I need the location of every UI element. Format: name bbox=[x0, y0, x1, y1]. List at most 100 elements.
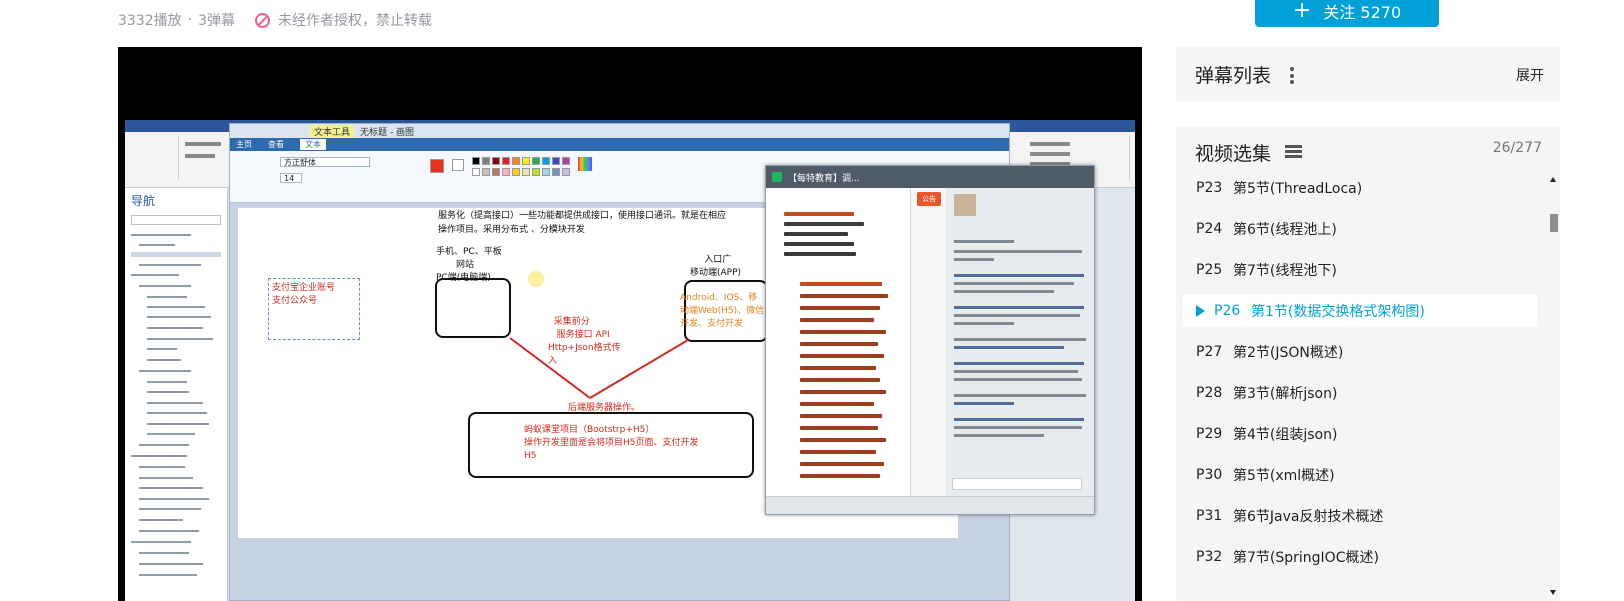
episode-item-active[interactable]: P26 第1节(数据交换格式架构图) bbox=[1183, 294, 1537, 327]
chat-message-line bbox=[954, 314, 1080, 317]
copyright-notice: 未经作者授权，禁止转载 bbox=[255, 10, 432, 30]
nav-outline-line bbox=[147, 359, 181, 361]
nav-outline-line bbox=[147, 433, 195, 435]
episode-item[interactable]: P31 第6节Java反射技术概述 bbox=[1183, 499, 1537, 532]
meta-separator: · bbox=[187, 12, 193, 28]
chat-message-line bbox=[954, 282, 1074, 285]
chat-message-line bbox=[954, 378, 1082, 381]
diagram-backend-detail: 蚂蚁课堂项目（Bootstrp+H5） 操作开发里面是会将项目H5页面、支付开发… bbox=[524, 425, 699, 461]
chat-message-line bbox=[954, 402, 1014, 405]
follow-button[interactable]: + 关注 5270 bbox=[1255, 0, 1439, 27]
episode-item[interactable]: P23 第5节(ThreadLoca) bbox=[1183, 171, 1537, 204]
paint-font-name: 方正舒体 bbox=[280, 157, 370, 167]
nav-outline-line bbox=[139, 370, 191, 372]
word-format-row bbox=[185, 154, 215, 158]
follow-button-label: 关注 5270 bbox=[1323, 2, 1402, 22]
nav-outline-line bbox=[147, 348, 177, 350]
member-row bbox=[800, 342, 878, 346]
episode-title: 第4节(组装json) bbox=[1233, 426, 1338, 443]
episode-number: P30 bbox=[1196, 466, 1223, 483]
playlist-title: 视频选集 bbox=[1195, 143, 1272, 165]
nav-outline-line bbox=[139, 444, 189, 446]
chat-message-line bbox=[954, 322, 1014, 325]
episode-item[interactable]: P27 第2节(JSON概述) bbox=[1183, 335, 1537, 368]
episode-item[interactable]: P30 第5节(xml概述) bbox=[1183, 458, 1537, 491]
paint-swatch bbox=[502, 157, 510, 165]
episode-item[interactable]: P25 第7节(线程池下) bbox=[1183, 253, 1537, 286]
episode-item[interactable]: P32 第7节(SpringIOC概述) bbox=[1183, 540, 1537, 573]
chat-side-tab: 公告 bbox=[917, 192, 941, 206]
danmaku-list-panel[interactable]: 弹幕列表 展开 bbox=[1176, 47, 1560, 101]
scroll-down-arrow-icon[interactable] bbox=[1550, 590, 1556, 595]
nav-outline-line bbox=[147, 327, 203, 329]
word-find bbox=[1030, 142, 1070, 146]
plus-icon: + bbox=[1292, 0, 1312, 23]
nav-outline-line bbox=[131, 234, 191, 236]
danmaku-count: 3弹幕 bbox=[198, 13, 236, 29]
word-clipboard-group bbox=[129, 136, 179, 180]
chat-member-list bbox=[766, 188, 911, 498]
copyright-notice-text: 未经作者授权，禁止转载 bbox=[278, 13, 433, 29]
paint-swatch bbox=[482, 168, 490, 176]
chat-bottom-bar bbox=[766, 496, 1094, 514]
paint-swatch bbox=[542, 157, 550, 165]
nav-outline-line bbox=[139, 466, 185, 468]
paint-swatch bbox=[502, 168, 510, 176]
nav-outline-line bbox=[139, 244, 175, 246]
chat-message-line bbox=[954, 362, 1084, 365]
paint-swatch bbox=[532, 157, 540, 165]
video-player[interactable]: 导航 文本工具 无标题 - 画图 主页 查看 文本 方正舒体 14 服务化（提高… bbox=[118, 47, 1142, 601]
scrollbar-thumb[interactable] bbox=[1550, 214, 1558, 232]
scroll-up-arrow-icon[interactable] bbox=[1550, 177, 1556, 182]
paint-swatch bbox=[562, 157, 570, 165]
paint-tab-strip: 主页 查看 文本 bbox=[230, 138, 1009, 151]
episode-item[interactable]: P29 第4节(组装json) bbox=[1183, 417, 1537, 450]
chat-message-line bbox=[954, 306, 1084, 309]
nav-outline-line bbox=[139, 530, 199, 532]
paint-swatch bbox=[532, 168, 540, 176]
episode-item[interactable]: P24 第6节(线程池上) bbox=[1183, 212, 1537, 245]
member-row bbox=[800, 402, 874, 406]
member-row bbox=[800, 462, 884, 466]
episode-title: 第6节Java反射技术概述 bbox=[1233, 508, 1384, 525]
episode-number: P29 bbox=[1196, 425, 1223, 442]
chat-title: 【每特教育】调... bbox=[788, 173, 860, 184]
nav-outline-line bbox=[147, 316, 211, 318]
member-row bbox=[800, 474, 880, 478]
chat-message-line bbox=[954, 338, 1086, 341]
paint-tab-text: 文本 bbox=[300, 139, 326, 150]
chat-window: 【每特教育】调... 公告 bbox=[765, 165, 1095, 515]
chat-message-line bbox=[954, 370, 1078, 373]
nav-outline-line bbox=[139, 487, 203, 489]
kebab-menu-icon[interactable] bbox=[1290, 67, 1294, 84]
episode-title: 第7节(SpringIOC概述) bbox=[1233, 549, 1379, 566]
chat-message-pane bbox=[946, 188, 1094, 498]
nav-outline-line bbox=[139, 285, 191, 287]
episode-item[interactable]: P28 第3节(解析json) bbox=[1183, 376, 1537, 409]
episode-number: P23 bbox=[1196, 179, 1223, 196]
playlist-scrollbar[interactable] bbox=[1547, 171, 1560, 601]
paint-font-size: 14 bbox=[280, 173, 302, 183]
episode-title: 第5节(ThreadLoca) bbox=[1233, 180, 1363, 197]
member-row bbox=[800, 306, 880, 310]
connector-pc bbox=[509, 337, 591, 399]
episode-playlist: 视频选集 26/277 P23 第5节(ThreadLoca) P24 第6节(… bbox=[1176, 127, 1560, 601]
chat-avatar bbox=[954, 194, 976, 216]
member-row bbox=[800, 366, 876, 370]
nav-outline-line bbox=[139, 552, 189, 554]
nav-outline-line bbox=[131, 455, 187, 457]
nav-outline-line bbox=[147, 338, 213, 340]
episode-number: P27 bbox=[1196, 343, 1223, 360]
connector-mobile bbox=[589, 339, 689, 399]
nav-outline-line bbox=[139, 519, 183, 521]
paint-swatch bbox=[492, 157, 500, 165]
nav-outline-line bbox=[147, 423, 209, 425]
nav-outline-line bbox=[131, 252, 221, 257]
member-row bbox=[800, 282, 882, 286]
chat-input-box bbox=[952, 478, 1082, 490]
episode-number: P24 bbox=[1196, 220, 1223, 237]
member-row bbox=[784, 222, 864, 226]
nav-outline-line bbox=[147, 306, 205, 308]
chat-message-line bbox=[954, 250, 1082, 253]
danmaku-expand-button[interactable]: 展开 bbox=[1516, 65, 1544, 85]
